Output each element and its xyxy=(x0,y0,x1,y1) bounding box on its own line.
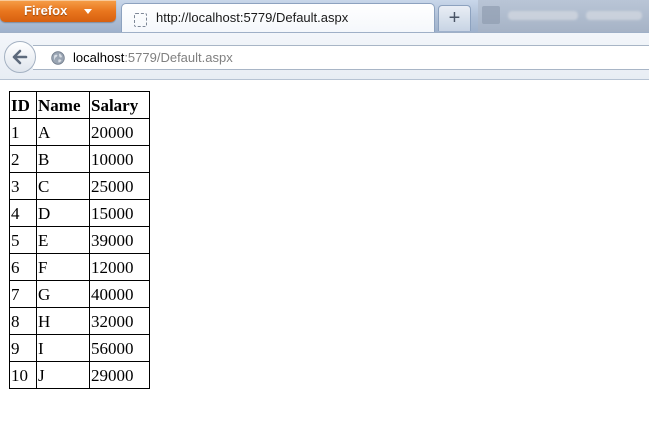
new-tab-button[interactable]: + xyxy=(438,5,471,31)
table-row: 8 H 32000 xyxy=(9,307,150,335)
column-header-name: Name xyxy=(36,91,90,119)
address-host: localhost xyxy=(73,50,125,65)
table-row: 6 F 12000 xyxy=(9,253,150,281)
chevron-down-icon xyxy=(84,9,92,14)
cell-name: D xyxy=(36,199,90,227)
firefox-menu-button[interactable]: Firefox xyxy=(0,0,116,22)
cell-salary: 10000 xyxy=(89,145,150,173)
title-bar-background-window xyxy=(478,0,649,32)
cell-id: 9 xyxy=(9,334,37,362)
firefox-menu-label: Firefox xyxy=(24,3,68,18)
table-row: 9 I 56000 xyxy=(9,334,150,362)
plus-icon: + xyxy=(448,7,461,29)
cell-salary: 32000 xyxy=(89,307,150,335)
cell-id: 3 xyxy=(9,172,37,200)
cell-salary: 20000 xyxy=(89,118,150,146)
address-bar[interactable]: localhost:5779/Default.aspx xyxy=(33,45,649,70)
cell-id: 8 xyxy=(9,307,37,335)
cell-salary: 29000 xyxy=(89,361,150,389)
cell-salary: 40000 xyxy=(89,280,150,308)
cell-name: I xyxy=(36,334,90,362)
address-url: localhost:5779/Default.aspx xyxy=(73,50,233,65)
cell-name: B xyxy=(36,145,90,173)
cell-name: H xyxy=(36,307,90,335)
cell-name: C xyxy=(36,172,90,200)
cell-id: 10 xyxy=(9,361,37,389)
table-row: 3 C 25000 xyxy=(9,172,150,200)
table-header-row: ID Name Salary xyxy=(9,91,150,119)
cell-id: 5 xyxy=(9,226,37,254)
globe-icon xyxy=(51,51,65,65)
tab-title: http://localhost:5779/Default.aspx xyxy=(156,10,349,25)
cell-id: 4 xyxy=(9,199,37,227)
cell-salary: 25000 xyxy=(89,172,150,200)
back-button[interactable] xyxy=(4,41,36,73)
table-row: 7 G 40000 xyxy=(9,280,150,308)
cell-name: F xyxy=(36,253,90,281)
address-path: :5779/Default.aspx xyxy=(124,50,233,65)
page-content: ID Name Salary 1 A 20000 2 B 10000 3 C 25000 4… xyxy=(0,80,649,432)
cell-name: G xyxy=(36,280,90,308)
table-row: 4 D 15000 xyxy=(9,199,150,227)
column-header-salary: Salary xyxy=(89,91,150,119)
cell-id: 7 xyxy=(9,280,37,308)
salary-table: ID Name Salary 1 A 20000 2 B 10000 3 C 25000 4… xyxy=(9,91,150,389)
browser-title-bar: Firefox http://localhost:5779/Default.as… xyxy=(0,0,649,33)
cell-name: E xyxy=(36,226,90,254)
navigation-toolbar: localhost:5779/Default.aspx xyxy=(0,32,649,80)
cell-id: 6 xyxy=(9,253,37,281)
browser-tab[interactable]: http://localhost:5779/Default.aspx xyxy=(121,3,435,33)
page-favicon-icon xyxy=(134,13,147,27)
table-row: 5 E 39000 xyxy=(9,226,150,254)
column-header-id: ID xyxy=(9,91,37,119)
table-row: 2 B 10000 xyxy=(9,145,150,173)
window-icon xyxy=(482,6,500,24)
table-row: 10 J 29000 xyxy=(9,361,150,389)
cell-id: 2 xyxy=(9,145,37,173)
cell-salary: 39000 xyxy=(89,226,150,254)
back-arrow-icon xyxy=(12,49,28,65)
cell-salary: 12000 xyxy=(89,253,150,281)
cell-name: A xyxy=(36,118,90,146)
cell-salary: 56000 xyxy=(89,334,150,362)
blurred-window-text xyxy=(586,11,642,20)
blurred-window-text xyxy=(508,11,578,20)
cell-id: 1 xyxy=(9,118,37,146)
table-row: 1 A 20000 xyxy=(9,118,150,146)
cell-salary: 15000 xyxy=(89,199,150,227)
cell-name: J xyxy=(36,361,90,389)
